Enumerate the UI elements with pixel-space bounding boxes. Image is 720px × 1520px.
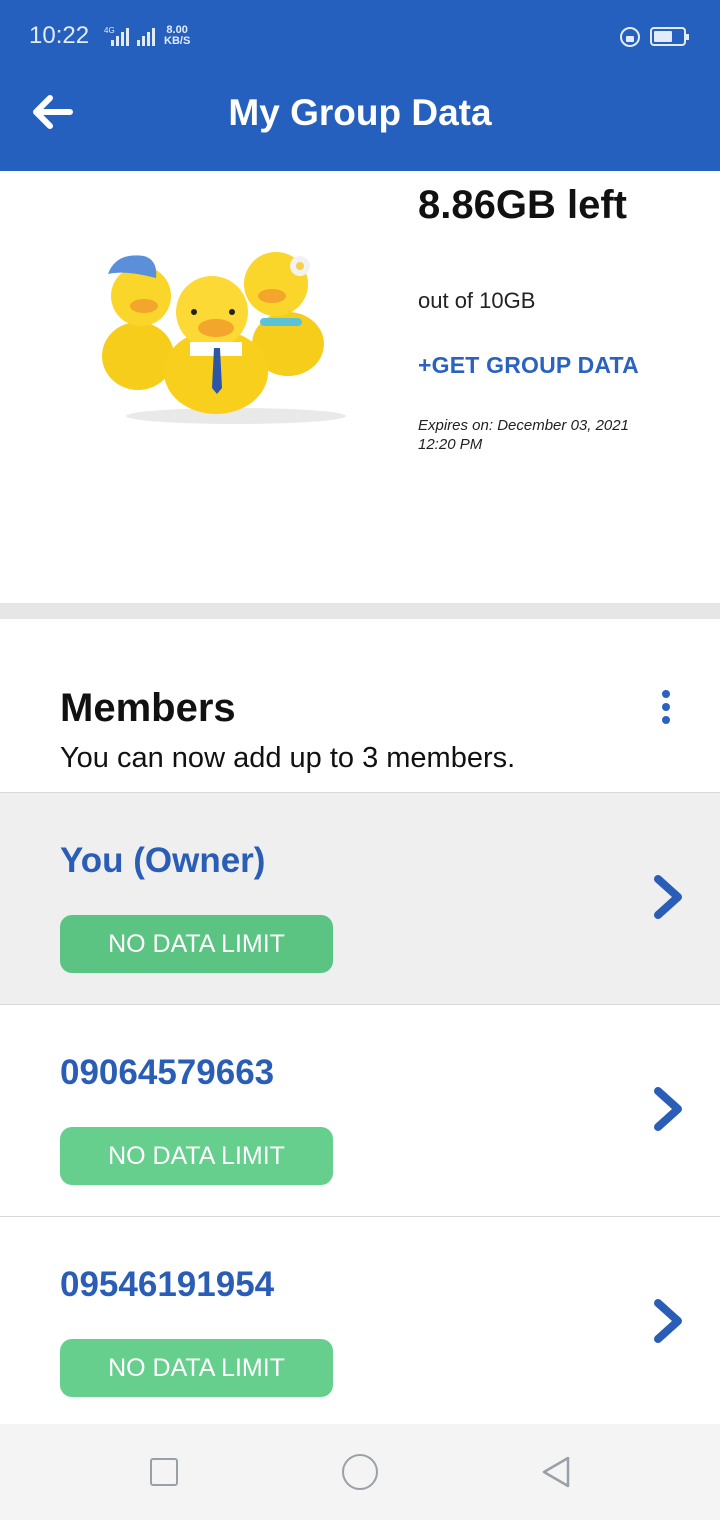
data-limit-badge: NO DATA LIMIT (60, 915, 333, 973)
signal-icon (111, 26, 129, 46)
rotation-lock-icon (620, 27, 640, 47)
section-divider (0, 603, 720, 619)
data-limit-badge: NO DATA LIMIT (60, 1127, 333, 1185)
get-group-data-link[interactable]: +GET GROUP DATA (418, 352, 639, 379)
member-row[interactable]: 09546191954 NO DATA LIMIT (0, 1216, 720, 1428)
chevron-right-icon[interactable] (650, 1297, 686, 1345)
speed-unit: KB/S (164, 35, 191, 47)
member-name: 09546191954 (60, 1265, 275, 1304)
member-row[interactable]: 09064579663 NO DATA LIMIT (0, 1004, 720, 1216)
signal-icon (137, 26, 155, 46)
system-nav-bar (0, 1424, 720, 1520)
data-total: out of 10GB (418, 288, 536, 313)
data-limit-badge: NO DATA LIMIT (60, 1339, 333, 1397)
member-name: 09064579663 (60, 1053, 275, 1092)
square-recents-icon[interactable] (150, 1458, 178, 1486)
member-name: You (Owner) (60, 841, 266, 880)
member-row-owner[interactable]: You (Owner) NO DATA LIMIT (0, 792, 720, 1004)
kebab-menu-icon[interactable] (656, 690, 676, 730)
circle-home-icon[interactable] (342, 1454, 378, 1490)
app-bar: 10:22 4G 8.00 KB/S My Group Data (0, 0, 720, 171)
chevron-right-icon[interactable] (650, 873, 686, 921)
status-time: 10:22 (29, 22, 90, 49)
members-subtitle: You can now add up to 3 members. (60, 742, 516, 774)
expiry-date: Expires on: December 03, 2021 12:20 PM (418, 417, 629, 453)
battery-icon (650, 27, 689, 46)
triangle-back-icon[interactable] (538, 1454, 574, 1490)
page-title: My Group Data (228, 92, 492, 133)
ducks-illustration (102, 252, 346, 424)
chevron-right-icon[interactable] (650, 1085, 686, 1133)
members-heading: Members (60, 686, 236, 730)
network-speed: 8.00 KB/S (164, 25, 190, 47)
data-remaining: 8.86GB left (418, 183, 627, 227)
status-bar: 10:22 4G 8.00 KB/S (0, 0, 720, 70)
